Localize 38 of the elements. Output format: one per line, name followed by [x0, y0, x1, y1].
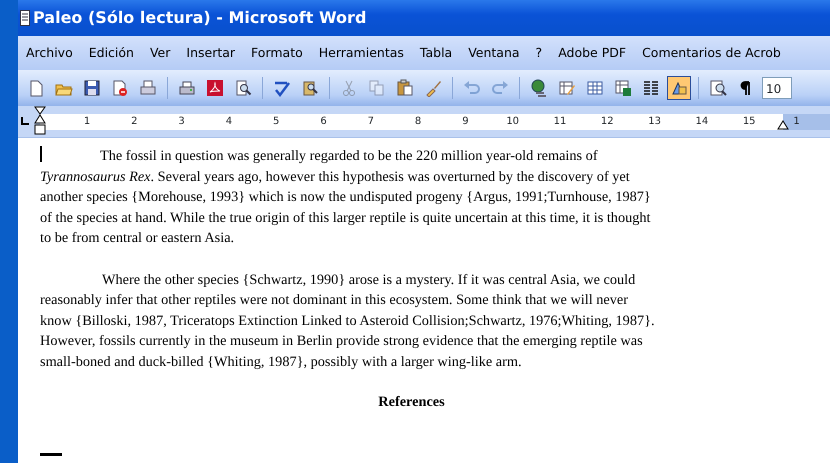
document-icon [20, 10, 30, 26]
menu-item[interactable]: ? [528, 44, 550, 62]
ruler-number: 2 [131, 115, 138, 129]
ruler-number: 13 [648, 115, 661, 129]
ruler-number: 1 [84, 115, 90, 129]
ruler-number: 6 [320, 115, 327, 129]
menu-item[interactable]: Comentarios de Acrob [634, 44, 789, 62]
menu-item[interactable]: Edición [80, 44, 142, 62]
ruler-number: 3 [178, 115, 185, 129]
menu-item[interactable]: Ver [142, 44, 178, 62]
ruler-number: 11 [554, 115, 566, 129]
ruler-number: 12 [600, 115, 614, 129]
menu-item[interactable]: Insertar [178, 44, 244, 62]
menu-item[interactable]: Herramientas [310, 44, 412, 62]
ruler-number: 8 [414, 115, 422, 129]
ruler-number: 1 [793, 115, 800, 129]
ruler-number: 10 [506, 115, 520, 129]
menu-item[interactable]: Tabla [412, 44, 460, 62]
body-paragraph: The fossil in question was generally regarded to be the 220 million year-old remains of Tyrannosaurus Rex. Several years ago, however this hypothesis was overturned by the discovery of yet another species {Morehouse, 1993} which is now the undisputed progeny {Argus, 1991;Turnhouse, 1987} of the species at hand. While the true origin of this larger reptile is quite uncertain at this time, it is thought to be from central or eastern Asia. [40, 146, 652, 248]
indent-marker-icon[interactable] [34, 106, 46, 136]
ruler-number: 15 [742, 115, 756, 129]
right-indent-marker-icon[interactable] [777, 120, 789, 130]
shapes-icon[interactable] [667, 76, 691, 100]
ruler-number: 7 [368, 115, 374, 129]
ruler-number: 4 [226, 115, 232, 129]
end-of-document-mark [40, 452, 62, 456]
ruler-number: 9 [462, 115, 469, 129]
section-heading: References [377, 393, 446, 412]
ruler-number: 5 [273, 115, 280, 129]
menu-item[interactable]: Archivo [18, 44, 81, 62]
menu-item[interactable]: Adobe PDF [550, 44, 634, 62]
window-title: Paleo (Sólo lectura) - Microsoft Word [33, 7, 366, 29]
tab-stop-icon[interactable] [20, 116, 30, 126]
font-size-field[interactable]: 10 [762, 77, 792, 99]
body-paragraph: Where the other species {Schwartz, 1990} arose is a mystery. If it was central Asia, we could reasonably infer that other reptiles were not dominant in this ecosystem. Some think that we will never know {Billoski, 1987, Triceratops Extinction Linked to Asteroid Collision;Schwartz, 1976;Whiting, 1987}. However, fossils currently in the museum in Berlin provide strong evidence that the emerging reptile was small-boned and duck-billed {Whiting, 1987}, possibly with a larger wing-like arm. [40, 270, 656, 372]
menu-item[interactable]: Formato [243, 44, 311, 62]
menu-item[interactable]: Ventana [460, 44, 528, 62]
ruler-number: 14 [696, 115, 708, 129]
